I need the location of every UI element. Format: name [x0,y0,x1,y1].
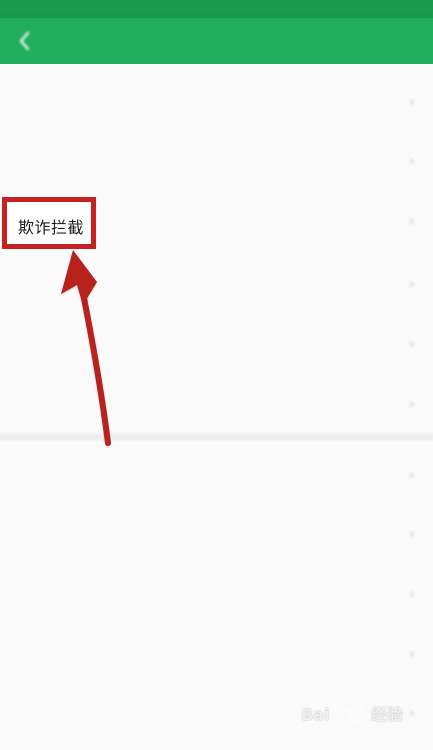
paw-logo-icon [346,704,364,723]
list-item[interactable]: › [0,143,433,183]
app-bar [0,18,433,64]
chevron-right-icon: › [408,92,415,111]
chevron-right-icon: › [408,274,415,293]
chevron-right-icon: › [408,394,415,413]
watermark-left-text: Bai [301,705,330,724]
list-item[interactable]: › [0,516,433,556]
chevron-right-icon: › [408,334,415,353]
list-item[interactable]: › [0,84,433,124]
back-arrow-icon[interactable] [14,28,36,54]
highlight-box[interactable]: 欺诈拦截 [2,197,96,249]
chevron-right-icon: › [408,211,415,230]
chevron-right-icon: › [408,524,415,543]
watermark-right-text: 经验 [371,705,404,724]
chevron-right-icon: › [408,151,415,170]
watermark: Bai 经验 [301,700,419,730]
chevron-right-icon: › [408,644,415,663]
chevron-right-icon: › [408,584,415,603]
fraud-interception-label: 欺诈拦截 [18,218,85,237]
list-item[interactable]: › [0,576,433,616]
back-arrow-icon-svg [19,31,30,51]
annotation-arrow-icon [61,250,111,446]
list-item[interactable]: › [0,636,433,676]
chevron-right-icon: › [408,465,415,484]
list-item[interactable]: › [0,457,433,497]
status-bar [0,0,433,18]
